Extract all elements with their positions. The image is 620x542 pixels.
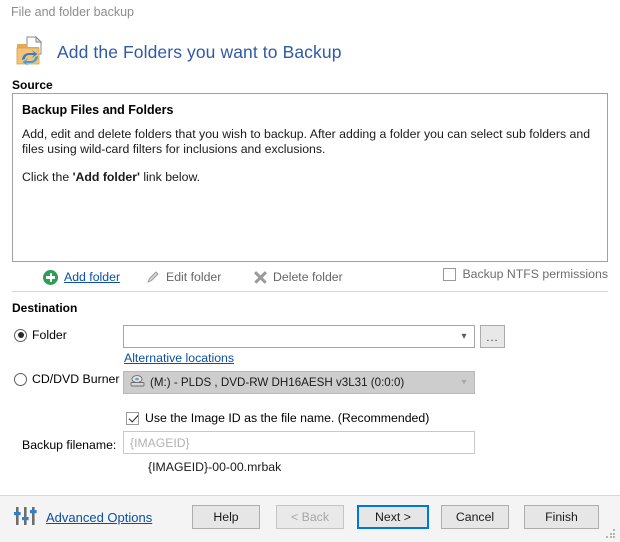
source-hint: Click the 'Add folder' link below.	[22, 170, 598, 185]
add-folder-button[interactable]: Add folder	[43, 266, 120, 288]
backup-filename-label: Backup filename:	[22, 438, 117, 452]
alternative-locations-link[interactable]: Alternative locations	[124, 351, 234, 365]
delete-folder-button[interactable]: Delete folder	[253, 266, 343, 288]
edit-folder-button[interactable]: Edit folder	[145, 266, 221, 288]
source-toolbar: Add folder Edit folder Delete folder Bac…	[12, 266, 608, 289]
page-title: Add the Folders you want to Backup	[57, 41, 342, 62]
cd-dvd-radio-label: CD/DVD Burner	[32, 372, 120, 386]
resize-grip[interactable]	[606, 528, 616, 538]
delete-folder-label: Delete folder	[273, 270, 343, 284]
footer-bar: Advanced Options Help < Back Next > Canc…	[0, 496, 620, 542]
use-image-id-checkbox-box	[126, 411, 139, 425]
pencil-icon	[145, 270, 160, 285]
chevron-down-icon: ▾	[461, 330, 467, 342]
help-button[interactable]: Help	[192, 505, 260, 529]
finish-button[interactable]: Finish	[524, 505, 599, 529]
backup-filename-preview: {IMAGEID}-00-00.mrbak	[148, 460, 282, 474]
source-hint-emphasis: 'Add folder'	[72, 170, 140, 184]
ntfs-checkbox-label: Backup NTFS permissions	[462, 267, 608, 281]
advanced-options-label: Advanced Options	[46, 510, 153, 525]
folder-radio-circle	[14, 328, 27, 342]
folder-backup-icon	[14, 35, 48, 68]
source-hint-suffix: link below.	[139, 170, 201, 184]
source-group-label: Source	[12, 78, 53, 92]
folder-radio-label: Folder	[32, 328, 67, 342]
source-hint-prefix: Click the	[22, 170, 73, 184]
folder-radio[interactable]: Folder	[14, 328, 67, 342]
cd-dvd-drive-combobox[interactable]: (M:) - PLDS , DVD-RW DH16AESH v3L31 (0:0…	[123, 371, 475, 394]
optical-drive-icon	[130, 374, 145, 391]
add-folder-label: Add folder	[64, 270, 121, 284]
advanced-options-button[interactable]: Advanced Options	[14, 506, 152, 529]
chevron-down-icon-cd: ▾	[461, 376, 467, 388]
cancel-button[interactable]: Cancel	[441, 505, 509, 529]
backup-filename-input[interactable]: {IMAGEID}	[123, 431, 475, 454]
sliders-icon	[14, 506, 38, 529]
use-image-id-label: Use the Image ID as the file name. (Reco…	[145, 411, 430, 425]
cd-dvd-radio-circle	[14, 372, 27, 386]
edit-folder-label: Edit folder	[166, 270, 222, 284]
page-header: Add the Folders you want to Backup	[14, 35, 342, 68]
close-x-icon	[253, 270, 267, 284]
destination-group-label: Destination	[12, 301, 78, 315]
source-info-panel: Backup Files and Folders Add, edit and d…	[12, 93, 608, 262]
backup-ntfs-permissions-checkbox[interactable]: Backup NTFS permissions	[443, 267, 608, 281]
cd-dvd-burner-radio[interactable]: CD/DVD Burner	[14, 372, 119, 386]
source-description: Add, edit and delete folders that you wi…	[22, 127, 591, 156]
plus-circle-icon	[43, 269, 58, 285]
ntfs-checkbox-box	[443, 267, 457, 281]
window-title: File and folder backup	[11, 5, 134, 19]
back-button[interactable]: < Back	[276, 505, 344, 529]
cd-dvd-drive-value: (M:) - PLDS , DVD-RW DH16AESH v3L31 (0:0…	[150, 376, 405, 389]
toolbar-divider	[12, 291, 608, 292]
use-image-id-checkbox[interactable]: Use the Image ID as the file name. (Reco…	[126, 411, 429, 425]
browse-folder-button[interactable]: ...	[480, 325, 505, 348]
source-panel-heading: Backup Files and Folders	[22, 103, 174, 117]
next-button[interactable]: Next >	[357, 505, 429, 529]
folder-path-combobox[interactable]: ▾	[123, 325, 475, 348]
